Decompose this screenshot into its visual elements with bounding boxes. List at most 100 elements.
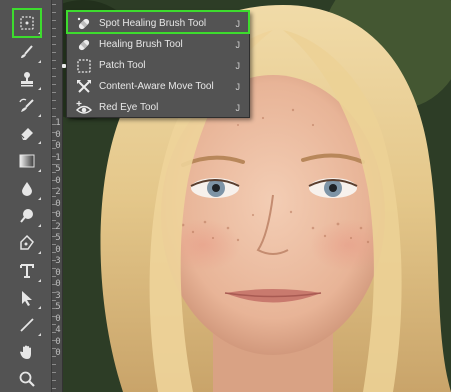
menu-item-shortcut: J [235, 60, 241, 71]
spot-healing-brush-tool[interactable] [16, 12, 41, 34]
ruler-tick [52, 44, 56, 45]
ruler-tick [52, 108, 56, 109]
ruler-tick [52, 52, 56, 53]
menu-item-patch[interactable]: Patch Tool J [62, 56, 249, 75]
ruler-tick [52, 84, 56, 85]
ruler-tick [52, 228, 56, 229]
ruler-tick [52, 356, 56, 357]
ruler-tick [52, 340, 56, 341]
history-brush-icon [19, 98, 34, 112]
ruler-digit: 3 [55, 256, 61, 266]
menu-item-label: Healing Brush Tool [99, 39, 183, 50]
menu-item-shortcut: J [235, 102, 241, 113]
ruler-tick [52, 76, 56, 77]
zoom-icon [19, 371, 35, 387]
content-aware-move-icon [75, 79, 93, 95]
patch-icon [75, 58, 93, 74]
healing-tools-flyout: Spot Healing Brush Tool J Healing Brush … [62, 11, 250, 118]
eraser-tool[interactable] [16, 122, 41, 144]
ruler-tick [52, 212, 56, 213]
gradient-icon [19, 154, 35, 168]
ruler-tick [52, 92, 56, 93]
arrow-icon [22, 291, 32, 306]
dodge-icon [20, 209, 33, 223]
hand-tool[interactable] [16, 341, 38, 363]
line-icon [20, 318, 34, 332]
ruler-digit: 0 [55, 336, 61, 347]
ruler-digit: 2 [55, 221, 61, 232]
ruler-tick [52, 268, 56, 269]
history-brush-tool[interactable] [16, 95, 41, 117]
brush-icon [21, 45, 33, 58]
ruler-tick [52, 124, 56, 125]
ruler-digit: 1 [55, 152, 61, 163]
healing-patch-icon [20, 16, 34, 30]
menu-item-label: Patch Tool [99, 60, 146, 71]
ruler-tick [52, 260, 56, 261]
type-icon [20, 264, 34, 278]
ruler-digit: 0 [55, 129, 61, 140]
hand-icon [20, 345, 31, 359]
ruler-tick [52, 308, 56, 309]
menu-item-content-aware-move[interactable]: Content-Aware Move Tool J [67, 77, 249, 96]
current-tool-indicator [62, 63, 66, 68]
dodge-tool[interactable] [16, 205, 41, 227]
ruler-digit: 5 [55, 302, 61, 312]
zoom-tool[interactable] [16, 368, 38, 390]
ruler-digit: 1 [55, 118, 61, 128]
pen-icon [20, 234, 34, 250]
ruler-tick [52, 324, 56, 325]
menu-item-shortcut: J [235, 18, 241, 29]
gradient-tool[interactable] [16, 150, 41, 172]
ruler-tick [52, 388, 56, 389]
ruler-tick [52, 140, 56, 141]
ruler-tick [52, 164, 56, 165]
eraser-icon [20, 128, 33, 140]
blur-tool[interactable] [16, 178, 41, 200]
ruler-tick [52, 204, 56, 205]
menu-item-shortcut: J [235, 81, 241, 92]
droplet-icon [22, 182, 32, 196]
ruler-tick [52, 220, 56, 221]
ruler-digit: 0 [55, 313, 61, 324]
ruler-tick [52, 68, 56, 69]
menu-item-spot-healing-brush[interactable]: Spot Healing Brush Tool J [67, 14, 249, 33]
type-tool[interactable] [16, 260, 41, 282]
ruler-digit: 5 [55, 233, 61, 243]
spot-healing-brush-icon [75, 16, 93, 32]
ruler-tick [52, 148, 56, 149]
ruler-digit: 0 [55, 244, 61, 255]
ruler-tick [52, 28, 56, 29]
menu-item-red-eye[interactable]: Red Eye Tool J [67, 98, 249, 117]
ruler-tick [52, 284, 56, 285]
ruler-tick [52, 188, 56, 189]
menu-item-healing-brush[interactable]: Healing Brush Tool J [67, 35, 249, 54]
stamp-icon [21, 72, 33, 87]
ruler-tick [52, 332, 56, 333]
ruler-tick [52, 20, 56, 21]
pen-tool[interactable] [16, 232, 41, 254]
path-selection-tool[interactable] [16, 287, 41, 309]
ruler-tick [52, 348, 56, 349]
ruler-tick [52, 364, 56, 365]
ruler-digit: 0 [55, 141, 61, 151]
line-tool[interactable] [16, 314, 41, 336]
menu-item-shortcut: J [235, 39, 241, 50]
healing-brush-icon [75, 37, 93, 53]
ruler-tick [52, 60, 56, 61]
tools-panel [0, 0, 52, 392]
brush-tool[interactable] [16, 41, 41, 63]
ruler-digit: 4 [55, 325, 61, 335]
ruler-tick [52, 100, 56, 101]
ruler-tick [52, 380, 56, 381]
clone-stamp-tool[interactable] [16, 68, 41, 90]
ruler-tick [52, 12, 56, 13]
ruler-tick [52, 300, 56, 301]
ruler-tick [52, 116, 56, 117]
ruler-tick [52, 292, 56, 293]
ruler-tick [52, 156, 56, 157]
menu-item-label: Red Eye Tool [99, 102, 159, 113]
ruler-tick [52, 236, 56, 237]
ruler-tick [52, 276, 56, 277]
vertical-ruler: 100150200250300350400 [52, 0, 63, 392]
